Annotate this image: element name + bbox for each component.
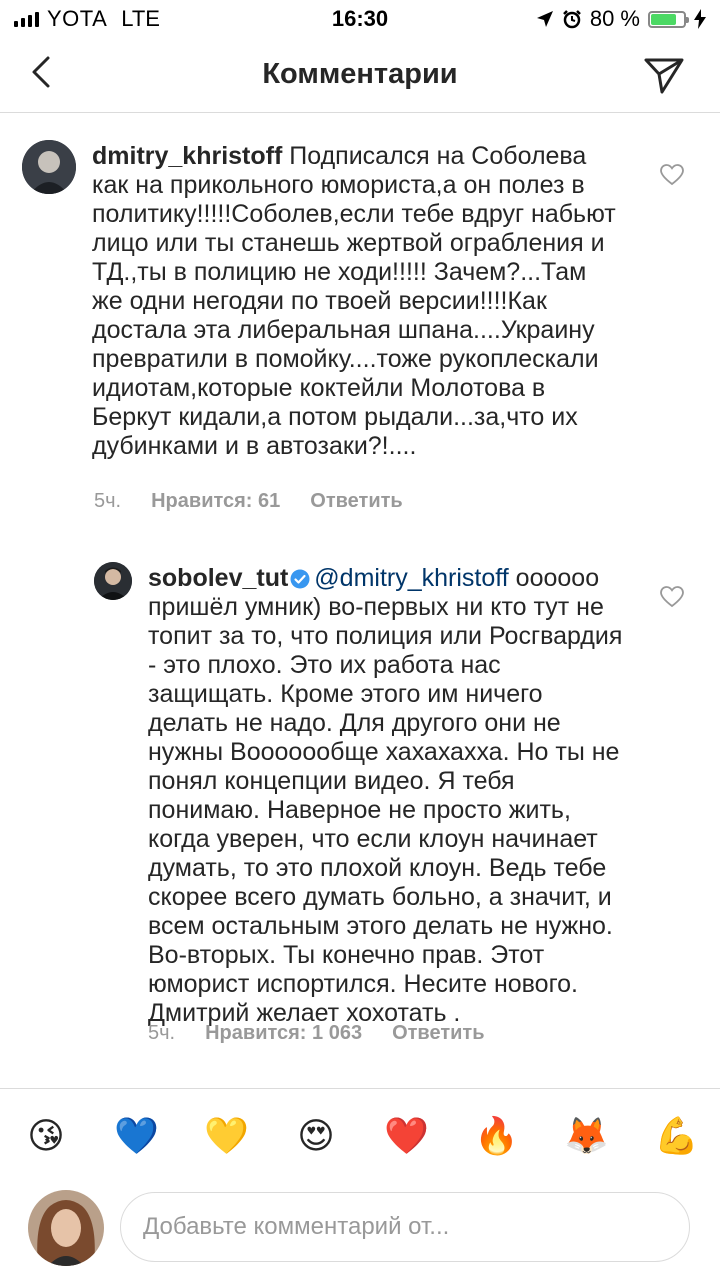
mention-link[interactable]: @dmitry_khristoff <box>314 564 508 592</box>
comment-body: Подписался на Соболева как на прикольног… <box>92 142 616 460</box>
comment-likes[interactable]: Нравится: 1 063 <box>205 1022 362 1045</box>
battery-icon <box>648 10 689 28</box>
kissing-face-icon[interactable]: 😘 <box>24 1115 68 1159</box>
status-bar: YOTA LTE 16:30 80 % <box>0 0 720 38</box>
blue-heart-icon[interactable]: 💙 <box>114 1115 159 1159</box>
header: Комментарии <box>0 38 720 113</box>
charging-bolt-icon <box>694 9 706 29</box>
red-heart-icon[interactable]: ❤️ <box>384 1115 429 1159</box>
heart-icon[interactable] <box>660 164 684 186</box>
comment-username[interactable]: dmitry_khristoff <box>92 142 282 170</box>
comment-text: sobolev_tut @dmitry_khristoff оооооо приш… <box>148 564 628 1028</box>
flexed-biceps-icon[interactable]: 💪 <box>654 1115 699 1159</box>
avatar[interactable] <box>28 1190 104 1266</box>
fire-icon[interactable]: 🔥 <box>474 1115 519 1159</box>
battery-percent: 80 % <box>589 6 640 31</box>
verified-badge-icon <box>290 569 310 589</box>
alarm-clock-icon <box>562 10 581 29</box>
paper-plane-icon[interactable] <box>642 52 686 96</box>
reply-button[interactable]: Ответить <box>392 1022 484 1045</box>
heart-icon[interactable] <box>660 586 684 608</box>
comment-username[interactable]: sobolev_tut <box>148 564 288 592</box>
avatar[interactable] <box>94 562 132 600</box>
comment-composer <box>0 1172 720 1280</box>
comment-input[interactable] <box>120 1192 690 1262</box>
comment-time: 5ч. <box>94 490 122 512</box>
comment: dmitry_khristoff Подписался на Соболева … <box>0 112 720 532</box>
battery-level <box>651 13 677 25</box>
location-arrow-icon <box>536 11 553 27</box>
reply-button[interactable]: Ответить <box>310 490 402 513</box>
comment-body: оооооо пришёл умник) во-первых ни кто ту… <box>148 564 623 1027</box>
comment-reply: sobolev_tut @dmitry_khristoff оооооо приш… <box>0 550 720 1070</box>
comment-time: 5ч. <box>148 1022 176 1044</box>
status-bar-right: 80 % <box>536 6 706 32</box>
avatar[interactable] <box>22 140 76 194</box>
yellow-heart-icon[interactable]: 💛 <box>204 1115 249 1159</box>
page-title: Комментарии <box>262 58 458 90</box>
comment-text: dmitry_khristoff Подписался на Соболева … <box>92 142 622 461</box>
fox-icon[interactable]: 🦊 <box>564 1115 609 1159</box>
comment-meta: 5ч. Нравится: 1 063 Ответить <box>148 1022 485 1045</box>
emoji-quick-bar: 😘 💙 💛 😍 ❤️ 🔥 🦊 💪 <box>0 1088 720 1173</box>
heart-eyes-icon[interactable]: 😍 <box>294 1115 338 1159</box>
comment-meta: 5ч. Нравится: 61 Ответить <box>94 490 403 513</box>
comment-likes[interactable]: Нравится: 61 <box>151 490 280 513</box>
